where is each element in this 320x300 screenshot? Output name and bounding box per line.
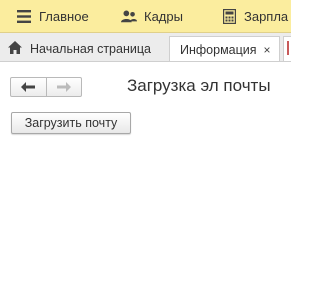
calculator-icon [221, 9, 237, 25]
page-title: Загрузка эл почты [127, 76, 271, 95]
main-menu-bar: Главное Кадры Зарпла [0, 0, 291, 33]
menu-item-main[interactable]: Главное [16, 0, 89, 32]
menu-lines-icon [16, 9, 32, 25]
tabs-bar: Начальная страница Информация × [0, 33, 291, 62]
menu-item-staff[interactable]: Кадры [121, 0, 183, 32]
menu-item-label: Кадры [144, 9, 183, 24]
home-icon [8, 41, 22, 57]
arrow-left-icon [21, 80, 36, 95]
tab-next-partial[interactable] [283, 36, 291, 61]
people-icon [121, 9, 137, 25]
navigation-buttons [10, 77, 82, 97]
menu-item-label: Главное [39, 9, 89, 24]
tab-information[interactable]: Информация × [169, 36, 280, 61]
menu-item-salary[interactable]: Зарпла [221, 0, 289, 32]
tab-home[interactable]: Начальная страница [0, 36, 168, 61]
tab-home-label: Начальная страница [30, 42, 151, 56]
tab-information-label: Информация [180, 42, 257, 57]
close-icon[interactable]: × [264, 43, 271, 57]
load-mail-button[interactable]: Загрузить почту [11, 112, 131, 134]
back-button[interactable] [11, 78, 46, 96]
menu-item-label: Зарпла [244, 9, 289, 24]
arrow-right-icon [56, 80, 71, 95]
forward-button[interactable] [45, 78, 82, 96]
